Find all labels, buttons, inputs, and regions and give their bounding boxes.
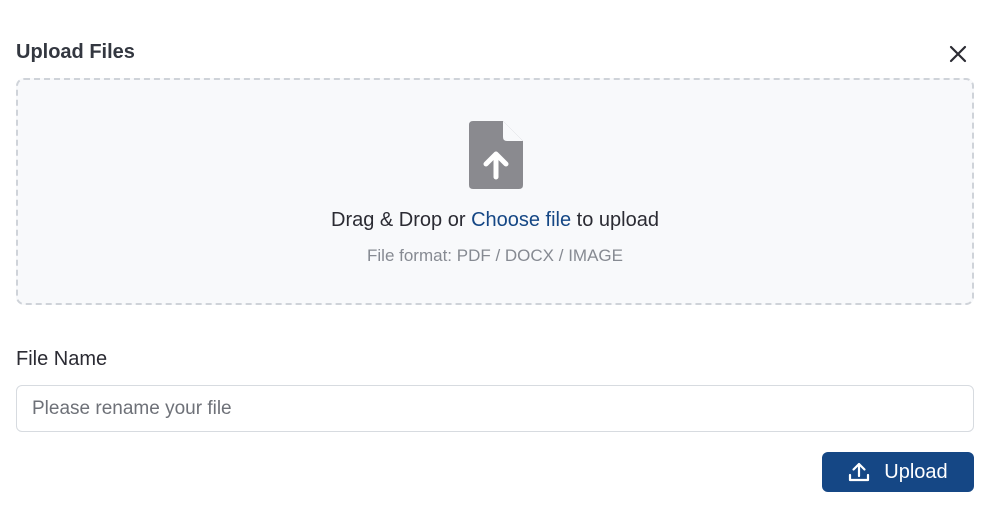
dropzone-instructions: Drag & Drop or Choose file to upload <box>18 209 972 232</box>
choose-file-link[interactable]: Choose file <box>471 209 571 231</box>
file-upload-icon <box>469 121 523 189</box>
dropzone-text-before: Drag & Drop or <box>331 209 472 231</box>
file-format-hint: File format: PDF / DOCX / IMAGE <box>367 246 623 265</box>
upload-button-label: Upload <box>884 460 948 483</box>
modal-title: Upload Files <box>16 41 135 63</box>
file-dropzone[interactable]: Drag & Drop or Choose file to upload Fil… <box>16 78 974 305</box>
file-name-label: File Name <box>16 348 108 370</box>
upload-button[interactable]: Upload <box>822 452 974 492</box>
file-name-input[interactable] <box>16 385 974 432</box>
close-icon <box>949 45 967 63</box>
upload-icon <box>849 462 870 482</box>
dropzone-text-after: to upload <box>571 209 659 231</box>
upload-files-modal: Upload Files Drag & Drop or Choose file … <box>0 0 990 511</box>
close-button[interactable] <box>946 42 970 66</box>
